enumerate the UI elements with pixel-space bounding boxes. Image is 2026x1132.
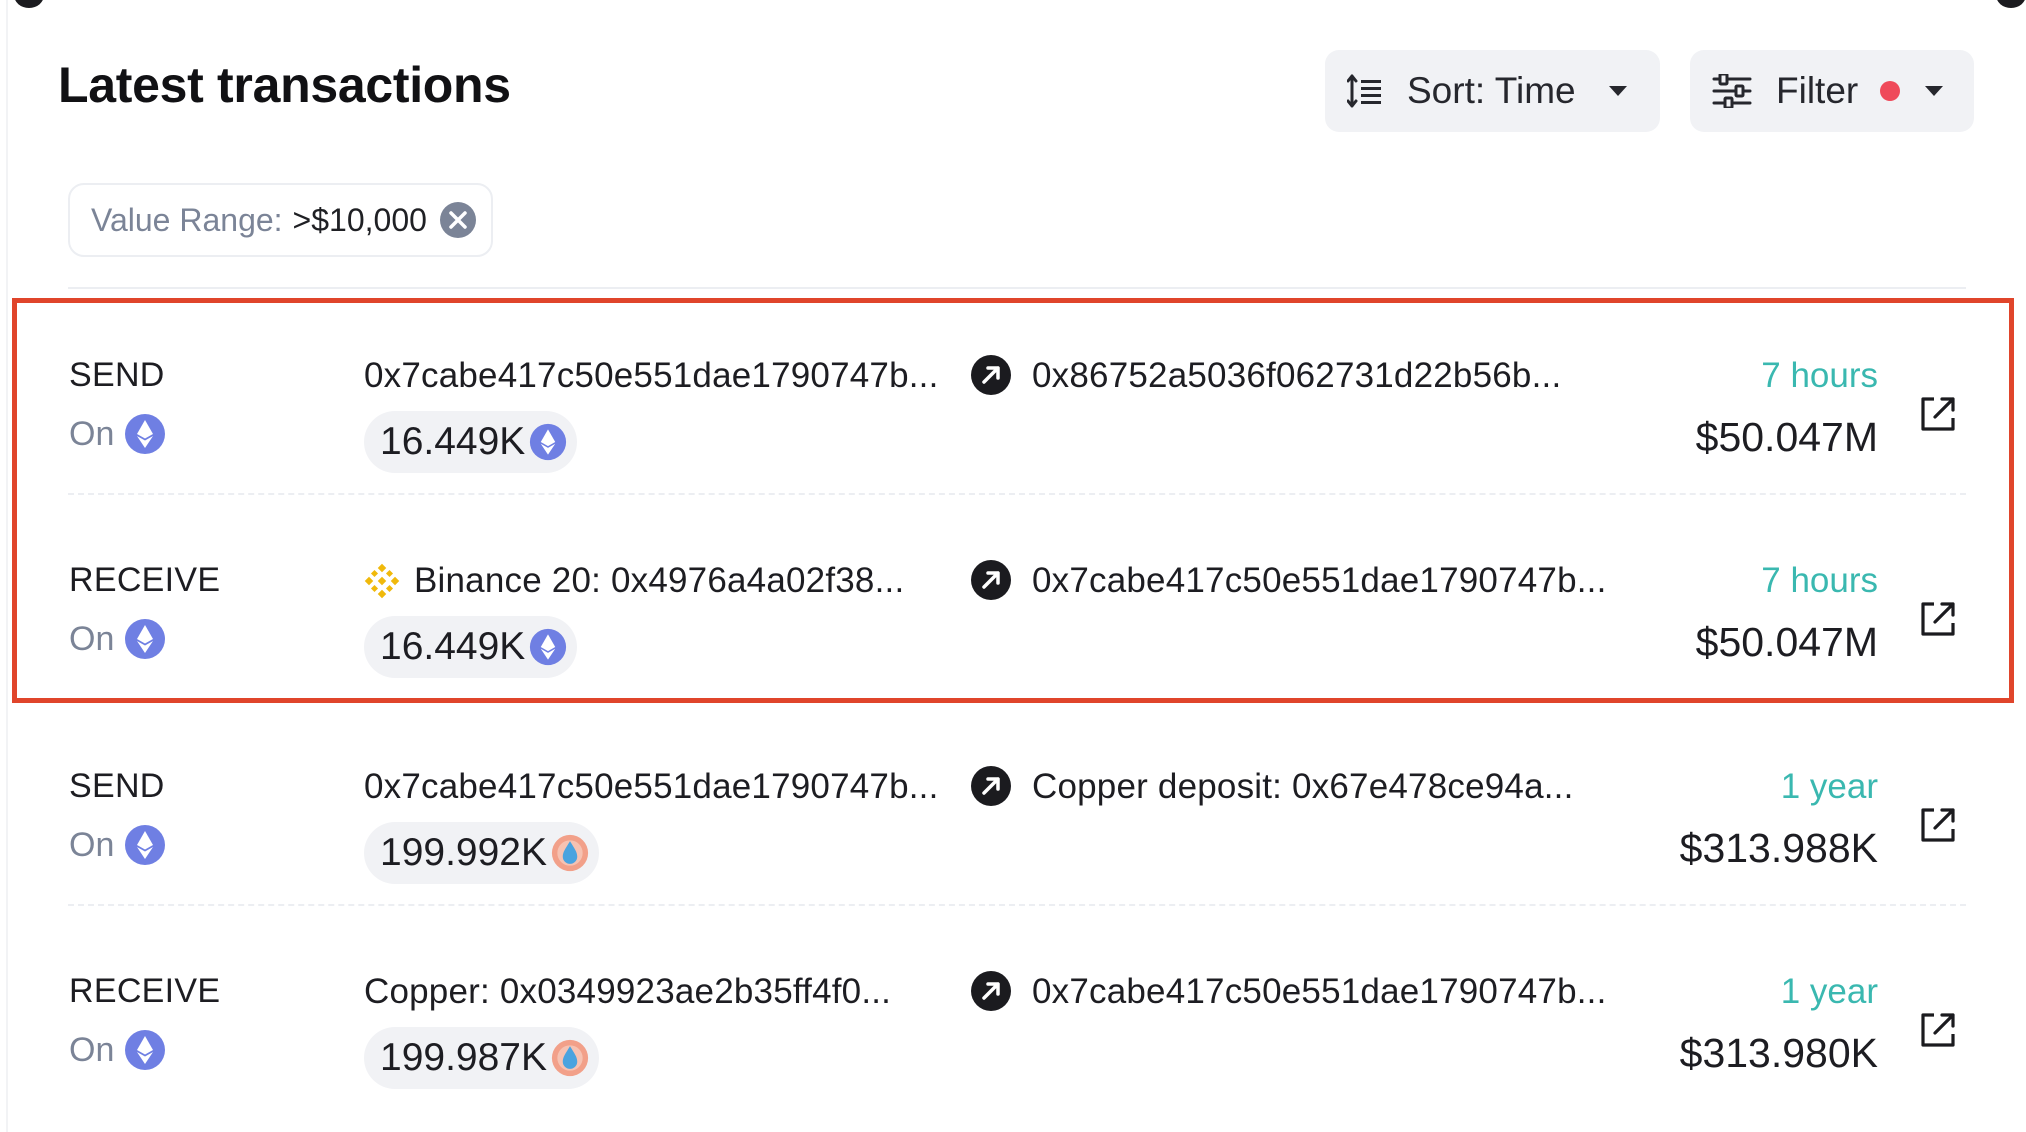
sort-dropdown[interactable]: Sort: Time [1325,50,1660,132]
value-range-filter-chip: Value Range: >$10,000 [68,183,493,257]
row-divider [68,493,1966,495]
transaction-time: 1 year [1780,972,1878,1011]
transaction-row[interactable]: RECEIVE On Copper: 0x0349923ae2b35ff4f0.… [0,936,2026,1132]
chain-indicator: On [69,618,166,660]
transactions-panel: Latest transactions Sort: Time Filter Va… [0,0,2026,1132]
to-address[interactable]: 0x7cabe417c50e551dae1790747b... [1032,561,1607,601]
ethereum-icon [530,423,567,461]
from-address-text: 0x7cabe417c50e551dae1790747b... [364,767,939,806]
divider [68,287,1966,289]
chain-label: On [69,825,115,864]
token-amount: 199.987K [364,1027,599,1089]
usd-value: $313.980K [1679,1030,1878,1076]
to-address[interactable]: 0x86752a5036f062731d22b56b... [1032,356,1561,396]
binance-icon [364,563,400,599]
token-amount: 16.449K [364,616,578,678]
corner-shape [14,0,44,8]
from-address[interactable]: 0x7cabe417c50e551dae1790747b... [364,767,939,807]
transaction-time: 1 year [1780,767,1878,806]
remove-filter-icon[interactable] [439,201,477,239]
external-link-icon[interactable] [1918,1010,1958,1050]
sort-icon [1347,74,1381,108]
token-amount-value: 199.987K [380,1036,547,1079]
chain-indicator: On [69,413,166,455]
token-amount: 16.449K [364,411,578,473]
token-amount-value: 16.449K [380,625,526,668]
sort-label: Sort: Time [1407,70,1576,111]
to-address[interactable]: Copper deposit: 0x67e478ce94a... [1032,767,1574,807]
usd-value: $313.988K [1679,825,1878,871]
active-filter-dot [1880,81,1901,101]
from-address-text: 0x7cabe417c50e551dae1790747b... [364,356,939,395]
filter-label: Filter [1776,70,1859,111]
from-address[interactable]: Copper: 0x0349923ae2b35ff4f0... [364,972,891,1012]
direction-arrow-icon [971,971,1011,1011]
token-amount-value: 16.449K [380,420,526,463]
chain-label: On [69,619,115,658]
ethereum-icon [530,628,567,666]
filter-chip-key: Value Range: [91,201,283,238]
direction-arrow-icon [971,560,1011,600]
from-address[interactable]: Binance 20: 0x4976a4a02f38... [364,561,904,601]
from-address-text: Binance 20: 0x4976a4a02f38... [414,561,905,600]
from-address[interactable]: 0x7cabe417c50e551dae1790747b... [364,356,939,396]
transaction-type: SEND [69,767,165,805]
token-amount: 199.992K [364,822,599,884]
token-amount-value: 199.992K [380,831,547,874]
chain-label: On [69,1030,115,1069]
page-title: Latest transactions [58,57,511,113]
chain-indicator: On [69,824,166,866]
chain-indicator: On [69,1029,166,1071]
direction-arrow-icon [971,355,1011,395]
transaction-type: RECEIVE [69,561,221,599]
from-address-text: Copper: 0x0349923ae2b35ff4f0... [364,972,892,1011]
chain-label: On [69,414,115,453]
transaction-type: SEND [69,356,165,394]
transaction-time: 7 hours [1761,356,1878,395]
filter-chip-value: >$10,000 [292,201,427,238]
ethereum-icon [125,825,166,865]
external-link-icon[interactable] [1918,394,1958,434]
transaction-row[interactable]: RECEIVE On Binance 20: 0x4976a4a02f38...… [0,525,2026,730]
transaction-time: 7 hours [1761,561,1878,600]
staked-token-icon [551,1039,589,1077]
usd-value: $50.047M [1695,414,1878,460]
external-link-icon[interactable] [1918,599,1958,639]
transaction-type: RECEIVE [69,972,221,1010]
row-divider [68,904,1966,906]
staked-token-icon [551,834,589,872]
to-address[interactable]: 0x7cabe417c50e551dae1790747b... [1032,972,1607,1012]
usd-value: $50.047M [1695,619,1878,665]
ethereum-icon [125,1030,166,1070]
chevron-down-icon [1925,86,1943,96]
sliders-icon [1712,74,1752,108]
direction-arrow-icon [971,766,1011,806]
ethereum-icon [125,414,166,454]
filter-dropdown[interactable]: Filter [1690,50,1974,132]
external-link-icon[interactable] [1918,805,1958,845]
chevron-down-icon [1609,86,1627,96]
ethereum-icon [125,619,166,659]
corner-shape [1996,0,2026,8]
